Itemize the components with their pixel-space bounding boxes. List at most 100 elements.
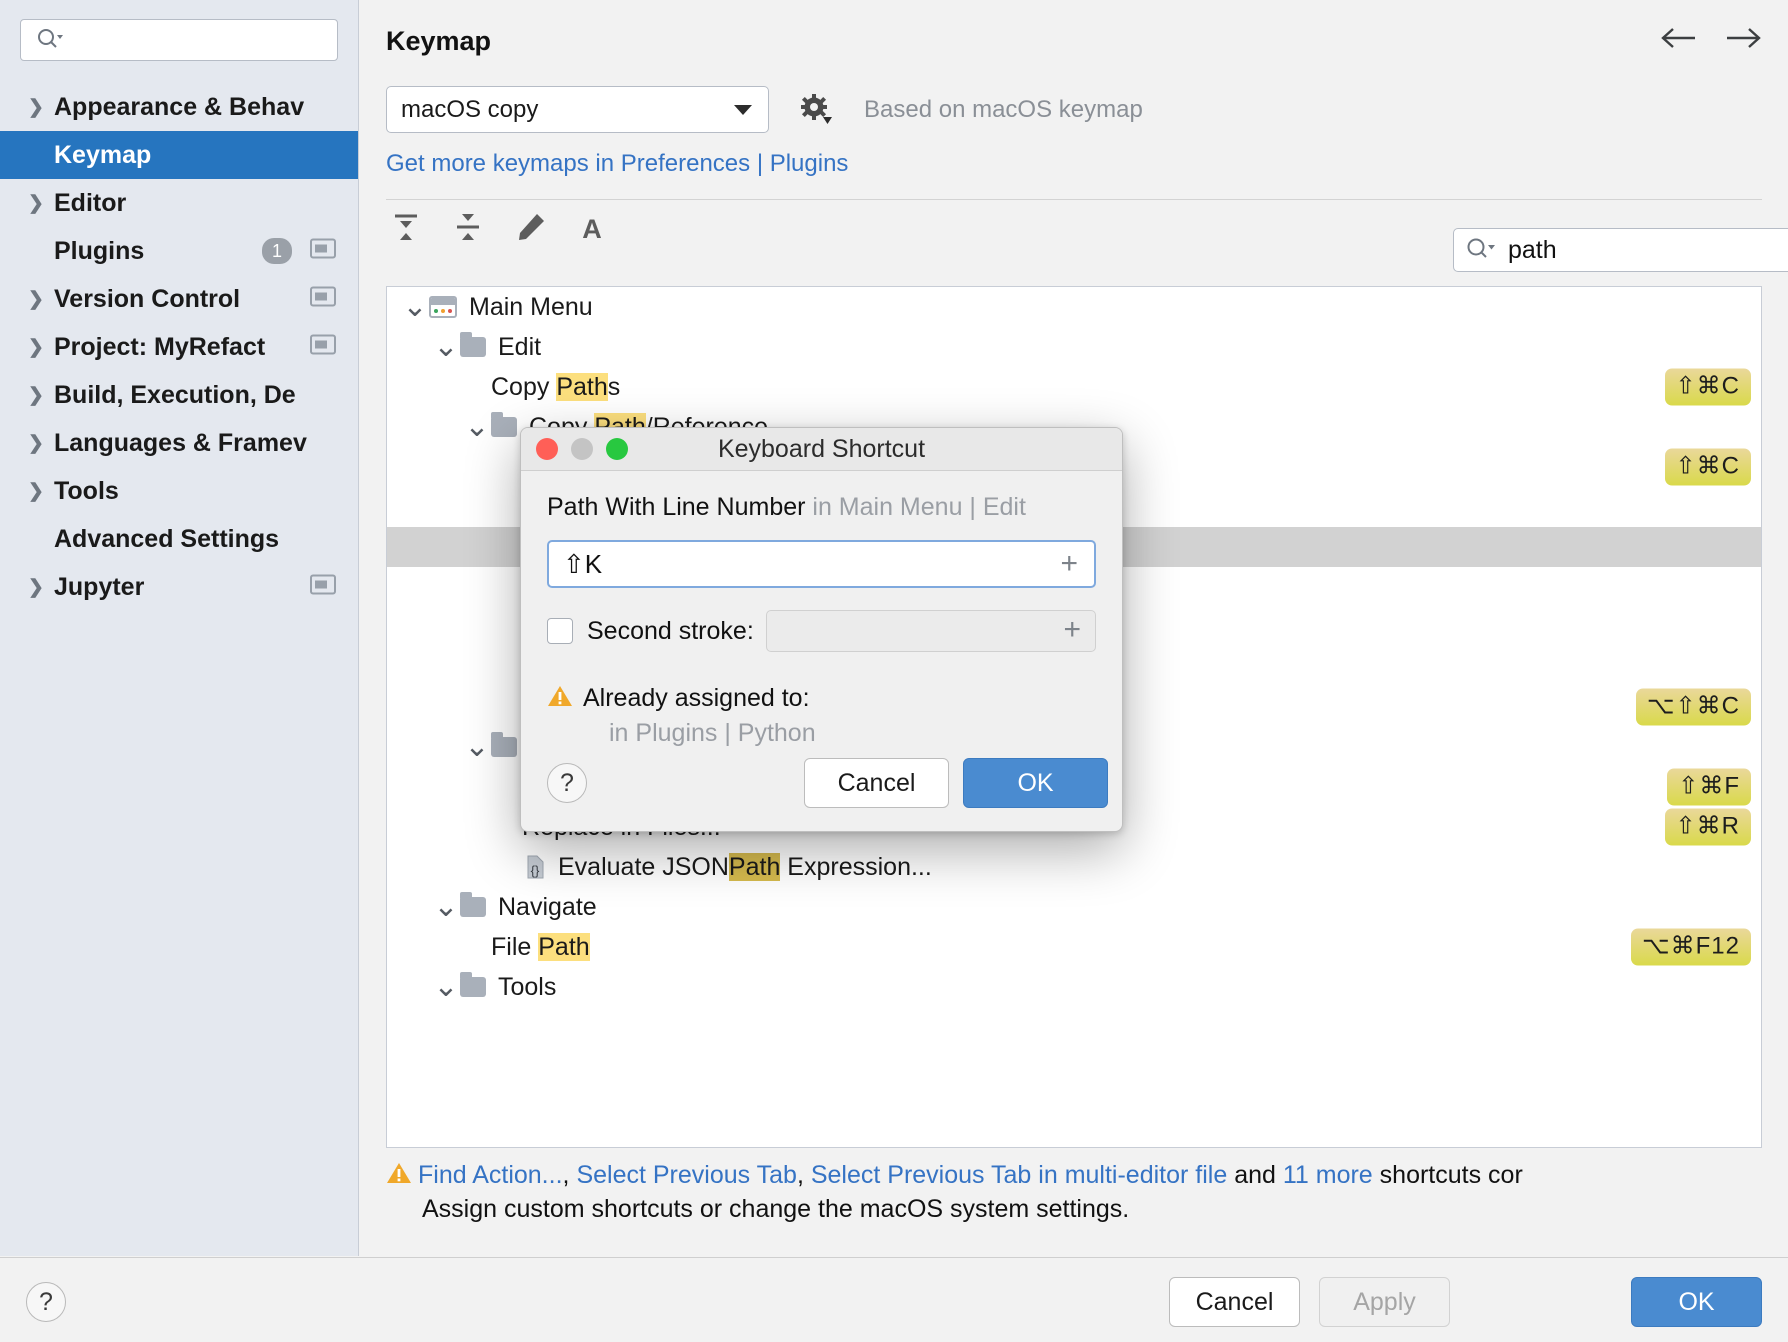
- keyboard-shortcut-dialog: Keyboard Shortcut Path With Line Number …: [520, 427, 1123, 832]
- dialog-ok-button[interactable]: OK: [963, 758, 1108, 808]
- cancel-button[interactable]: Cancel: [1169, 1277, 1300, 1327]
- chevron-right-icon[interactable]: ❯: [28, 576, 54, 599]
- chevron-right-icon[interactable]: ❯: [28, 432, 54, 455]
- sidebar-item-project-myrefact[interactable]: ❯Project: MyRefact: [0, 323, 358, 371]
- chevron-down-icon[interactable]: ⌄: [432, 982, 460, 992]
- ok-button[interactable]: OK: [1631, 1277, 1762, 1327]
- shortcut-badge[interactable]: ⇧⌘C: [1665, 369, 1751, 406]
- sidebar-item-label: Jupyter: [54, 573, 144, 602]
- shortcut-badge[interactable]: ⇧⌘C: [1665, 449, 1751, 486]
- toolbar-separator: [386, 199, 1762, 200]
- tree-row-label: File Path: [491, 933, 590, 962]
- get-more-keymaps-link[interactable]: Get more keymaps in Preferences | Plugin…: [386, 150, 848, 178]
- tree-row[interactable]: ⌄Edit: [387, 327, 1761, 367]
- tree-row-label: Evaluate JSONPath Expression...: [558, 853, 932, 882]
- sidebar-item-keymap[interactable]: Keymap: [0, 131, 358, 179]
- sidebar-item-build-execution-de[interactable]: ❯Build, Execution, De: [0, 371, 358, 419]
- chevron-down-icon[interactable]: ⌄: [432, 342, 460, 352]
- settings-bottom-bar: ? Cancel Apply OK: [0, 1257, 1788, 1342]
- project-scope-icon: [310, 333, 336, 362]
- folder-icon: [491, 417, 517, 437]
- chevron-down-icon[interactable]: ⌄: [463, 742, 491, 752]
- keymap-select-value: macOS copy: [401, 96, 538, 124]
- sidebar-item-appearance-behav[interactable]: ❯Appearance & Behav: [0, 83, 358, 131]
- warning-link-1[interactable]: Select Previous Tab: [576, 1161, 797, 1189]
- sidebar-item-label: Languages & Framev: [54, 429, 307, 458]
- sidebar-item-version-control[interactable]: ❯Version Control: [0, 275, 358, 323]
- chevron-right-icon[interactable]: ❯: [28, 288, 54, 311]
- tree-row[interactable]: ⌄Main Menu: [387, 287, 1761, 327]
- collapse-all-icon[interactable]: [448, 210, 488, 246]
- edit-shortcut-pencil-icon[interactable]: [510, 210, 550, 246]
- already-assigned-label: Already assigned to:: [583, 684, 810, 713]
- chevron-right-icon[interactable]: ❯: [28, 480, 54, 503]
- shortcut-badge[interactable]: ⌥⌘F12: [1631, 929, 1751, 966]
- chevron-down-icon[interactable]: ⌄: [432, 902, 460, 912]
- folder-icon: [460, 337, 486, 357]
- project-scope-icon: [310, 573, 336, 602]
- warning-comma-0: ,: [563, 1161, 577, 1189]
- chevron-down-icon[interactable]: ⌄: [463, 422, 491, 432]
- sidebar-search-input[interactable]: [20, 19, 338, 61]
- search-icon: [37, 28, 63, 53]
- second-stroke-row: Second stroke: +: [547, 610, 1096, 652]
- warning-and: and: [1227, 1161, 1283, 1189]
- back-arrow-icon[interactable]: [1660, 26, 1698, 50]
- plus-icon[interactable]: +: [1060, 549, 1078, 579]
- folder-icon: [460, 977, 486, 997]
- tree-row[interactable]: ⌄ Tools: [387, 967, 1761, 1007]
- dialog-title: Keyboard Shortcut: [521, 435, 1122, 464]
- sidebar-item-languages-framev[interactable]: ❯Languages & Framev: [0, 419, 358, 467]
- expand-all-icon[interactable]: [386, 210, 426, 246]
- sidebar-item-label: Editor: [54, 189, 126, 218]
- settings-dialog-window: ❯Appearance & BehavKeymap❯EditorPlugins1…: [0, 0, 1788, 1342]
- forward-arrow-icon[interactable]: [1724, 26, 1762, 50]
- dialog-action-label: Path With Line Number in Main Menu | Edi…: [547, 493, 1096, 522]
- sidebar-item-label: Build, Execution, De: [54, 381, 296, 410]
- chevron-right-icon[interactable]: ❯: [28, 96, 54, 119]
- sidebar-item-plugins[interactable]: Plugins1: [0, 227, 358, 275]
- keymap-select[interactable]: macOS copy: [386, 86, 769, 133]
- chevron-right-icon[interactable]: ❯: [28, 336, 54, 359]
- sidebar-item-editor[interactable]: ❯Editor: [0, 179, 358, 227]
- second-stroke-label: Second stroke:: [587, 617, 754, 646]
- sidebar-item-label: Project: MyRefact: [54, 333, 265, 362]
- sidebar-item-advanced-settings[interactable]: Advanced Settings: [0, 515, 358, 563]
- chevron-right-icon[interactable]: ❯: [28, 192, 54, 215]
- warning-link-0[interactable]: Find Action...: [418, 1161, 563, 1189]
- second-stroke-input[interactable]: +: [766, 610, 1096, 652]
- dialog-cancel-button[interactable]: Cancel: [804, 758, 949, 808]
- tree-row-label: Tools: [498, 973, 556, 1002]
- chevron-right-icon[interactable]: ❯: [28, 384, 54, 407]
- jsonpath-file-icon: {}: [522, 854, 548, 880]
- keymap-selector-row: macOS copy: [386, 86, 1143, 133]
- tree-row[interactable]: File Path ⌥⌘F12: [387, 927, 1761, 967]
- tree-row[interactable]: {} Evaluate JSONPath Expression...: [387, 847, 1761, 887]
- help-button[interactable]: ?: [26, 1282, 66, 1322]
- shortcut-badge[interactable]: ⌥⇧⌘C: [1636, 689, 1751, 726]
- plus-icon[interactable]: +: [1063, 615, 1081, 645]
- folder-icon: [491, 737, 517, 757]
- warning-link-2[interactable]: Select Previous Tab in multi-editor file: [811, 1161, 1227, 1189]
- conflicts-warning-icon[interactable]: A: [572, 210, 612, 246]
- warning-more-link[interactable]: 11 more: [1283, 1161, 1373, 1189]
- second-stroke-checkbox[interactable]: [547, 618, 573, 644]
- warning-tail: shortcuts cor: [1373, 1161, 1523, 1189]
- tree-row[interactable]: ⌄Navigate: [387, 887, 1761, 927]
- dialog-help-button[interactable]: ?: [547, 763, 587, 803]
- settings-sidebar: ❯Appearance & BehavKeymap❯EditorPlugins1…: [0, 0, 359, 1256]
- keymap-settings-gear-button[interactable]: [799, 93, 833, 127]
- sidebar-item-label: Plugins: [54, 237, 144, 266]
- main-menu-icon: [429, 296, 457, 318]
- apply-button[interactable]: Apply: [1319, 1277, 1450, 1327]
- shortcut-badge[interactable]: ⇧⌘F: [1667, 769, 1751, 806]
- actions-search-input[interactable]: path ✕: [1453, 228, 1788, 272]
- sidebar-item-jupyter[interactable]: ❯Jupyter: [0, 563, 358, 611]
- tree-row[interactable]: Copy Paths⇧⌘C: [387, 367, 1761, 407]
- first-stroke-input[interactable]: ⇧K +: [547, 540, 1096, 588]
- sidebar-item-tools[interactable]: ❯Tools: [0, 467, 358, 515]
- svg-text:{}: {}: [531, 863, 540, 878]
- page-title: Keymap: [386, 26, 491, 57]
- shortcut-badge[interactable]: ⇧⌘R: [1665, 809, 1751, 846]
- chevron-down-icon[interactable]: ⌄: [401, 302, 429, 312]
